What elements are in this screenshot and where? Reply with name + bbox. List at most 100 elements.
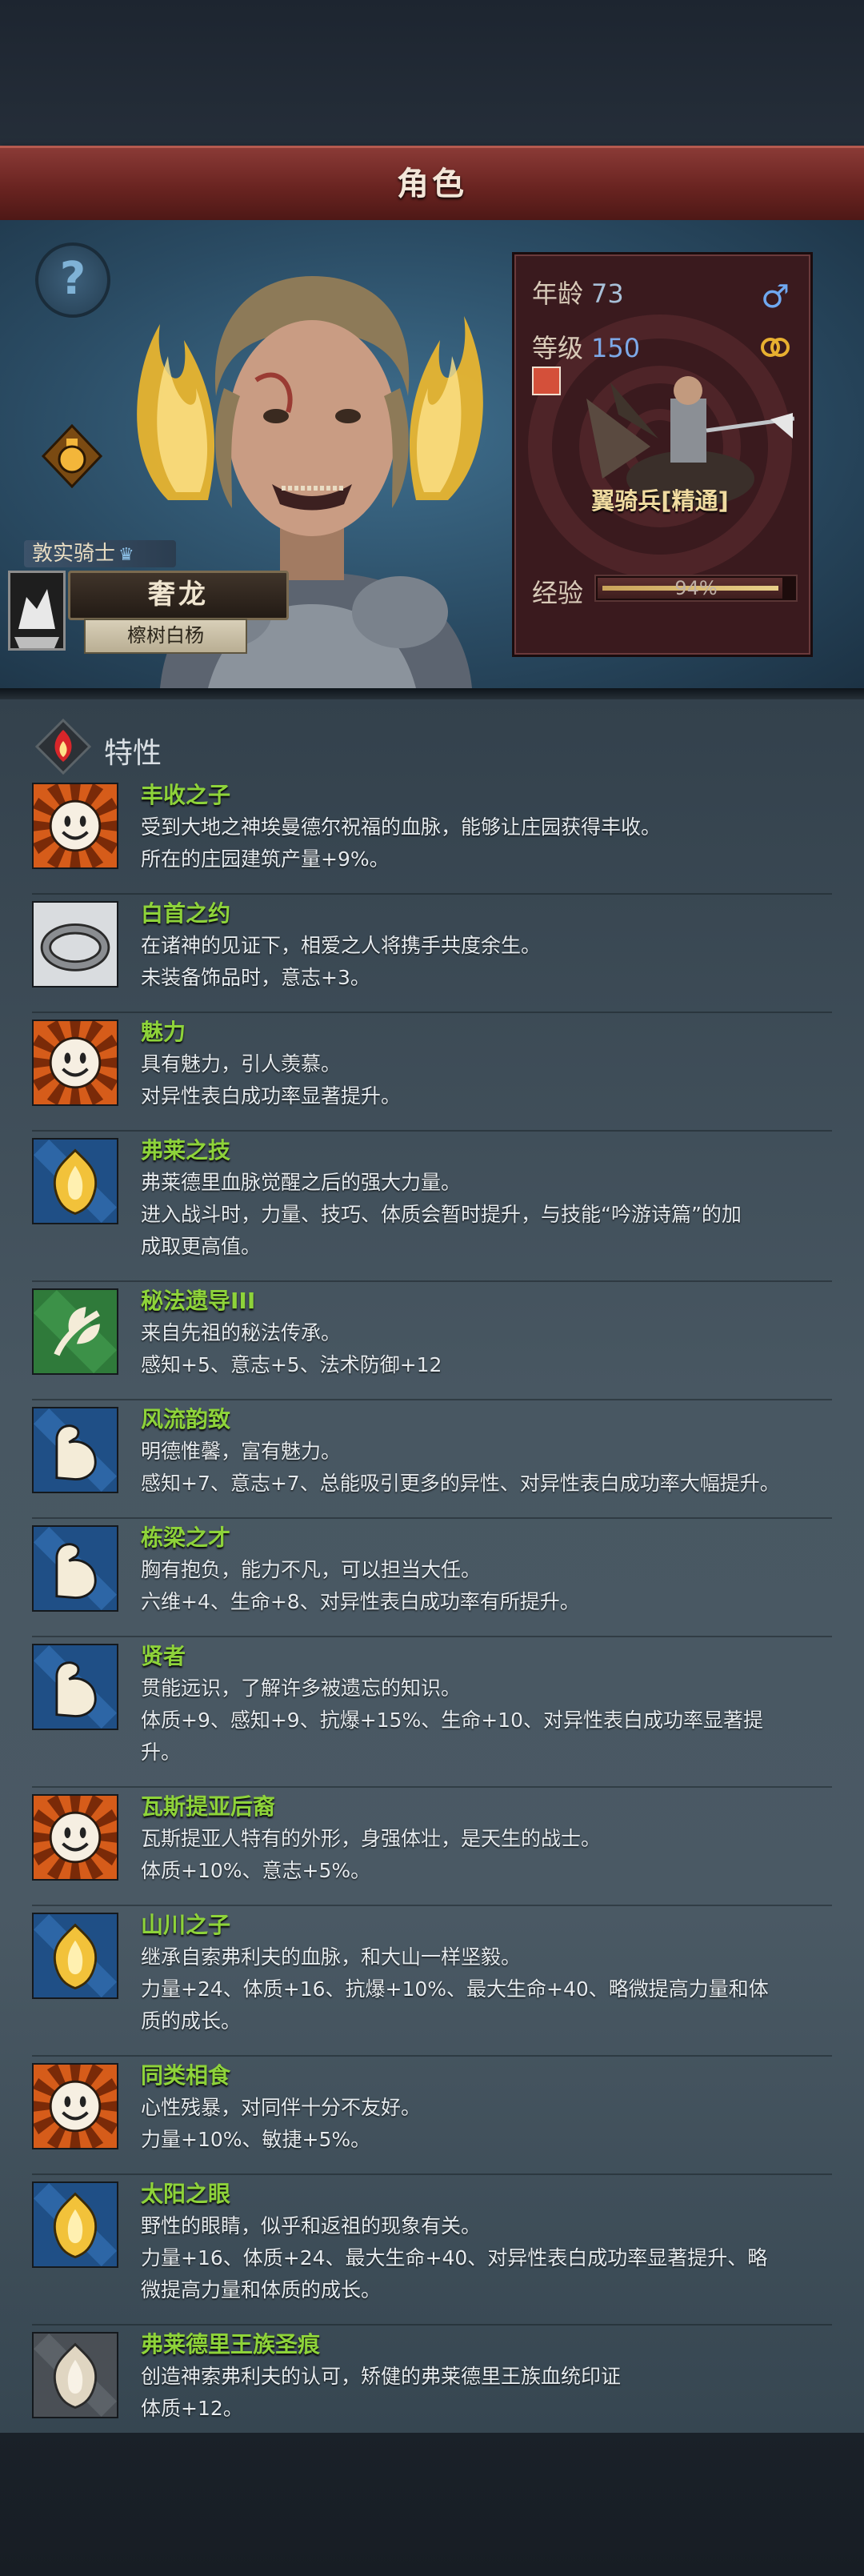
trait-item[interactable]: 白首之约在诸神的见证下，相爱之人将携手共度余生。 未装备饰品时，意志+3。 — [32, 895, 832, 1013]
trait-name: 贤者 — [141, 1643, 186, 1669]
trait-item[interactable]: 山川之子 继承自索弗利夫的血脉，和大山一样坚毅。 力量+24、体质+16、抗爆+10… — [32, 1906, 832, 2057]
rank-label: 敦实骑士 — [32, 542, 116, 566]
trait-item[interactable]: 弗莱之技弗莱德里血脉觉醒之后的强大力量。进入战斗时，力量、技巧、体质会暂时提升，… — [32, 1132, 832, 1282]
smiley-sun-icon[interactable] — [29, 1791, 122, 1884]
flexed-arm-icon[interactable] — [32, 1407, 118, 1493]
age-row: 年龄 73 — [532, 274, 624, 310]
trait-description-line: 体质+12。 — [141, 2397, 243, 2420]
trait-item[interactable]: 瓦斯提亚后裔 瓦斯提亚人特有的外形，身强体壮，是天生的战士。 体质+10%、意志+5… — [29, 1788, 832, 1906]
trait-description: 野性的眼睛，似乎和返祖的现象有关。力量+16、体质+24、最大生命+40、对异性… — [141, 2210, 845, 2306]
trait-item[interactable]: 弗莱德里王族圣痕创造神索弗利夫的认可，矫健的弗莱德里王族血统印证 体质+12。 — [32, 2326, 832, 2444]
trait-item[interactable]: 同类相食 心性残暴，对同伴十分不友好。 力量+10%、敏捷+5%。 — [29, 2057, 832, 2175]
page-title: 角色 — [397, 166, 467, 202]
trait-item[interactable]: 风流韵致 明德惟馨，富有魅力。 感知+7、意志+7、总能吸引更多的异性、对异性表白成… — [32, 1400, 832, 1519]
trait-item[interactable]: 太阳之眼野性的眼睛，似乎和返祖的现象有关。力量+16、体质+24、最大生命+40… — [32, 2175, 832, 2326]
rank-badge: 敦实骑士 ♛ — [24, 540, 176, 567]
trait-description: 在诸神的见证下，相爱之人将携手共度余生。 未装备饰品时，意志+3。 — [141, 930, 845, 994]
trait-name: 丰收之子 — [141, 782, 231, 808]
flexed-arm-icon[interactable] — [32, 1525, 118, 1612]
trait-description: 来自先祖的秘法传承。感知+5、意志+5、法术防御+12 — [141, 1317, 845, 1381]
male-symbol-icon: ♂ — [761, 278, 790, 315]
name-bar: 奢龙 檫树白杨 — [8, 571, 289, 654]
trait-item[interactable]: 魅力 具有魅力，引人羡慕。 对异性表白成功率显著提升。 — [29, 1013, 832, 1132]
trait-description-line: 明德惟馨，富有魅力。 — [141, 1440, 342, 1463]
trait-description-line: 在诸神的见证下，相爱之人将携手共度余生。 — [141, 934, 542, 957]
trait-description-line: 弗莱德里血脉觉醒之后的强大力量。 — [141, 1171, 462, 1194]
trait-description-line: 来自先祖的秘法传承。 — [141, 1321, 342, 1344]
trait-name: 太阳之眼 — [141, 2181, 231, 2207]
flame-crest-icon[interactable] — [32, 1138, 118, 1224]
trait-description-line: 升。 — [141, 1741, 182, 1764]
trait-description-line: 成取更高值。 — [141, 1235, 262, 1258]
trait-description-line: 感知+5、意志+5、法术防御+12 — [141, 1353, 442, 1376]
flame-crest-icon[interactable] — [32, 1913, 118, 1999]
trait-name: 秘法遗导III — [141, 1288, 256, 1314]
bottom-band — [0, 2433, 864, 2576]
xp-label: 经验 — [532, 578, 584, 608]
trait-description-line: 六维+4、生命+8、对异性表白成功率有所提升。 — [141, 1590, 580, 1613]
trait-description-line: 胸有抱负，能力不凡，可以担当大任。 — [141, 1558, 482, 1581]
top-band — [0, 0, 864, 146]
trait-name: 弗莱德里王族圣痕 — [141, 2331, 321, 2358]
potion-icon[interactable] — [40, 424, 104, 488]
trait-description: 弗莱德里血脉觉醒之后的强大力量。进入战斗时，力量、技巧、体质会暂时提升，与技能“… — [141, 1167, 845, 1263]
trait-description: 瓦斯提亚人特有的外形，身强体壮，是天生的战士。 体质+10%、意志+5%。 — [141, 1823, 845, 1887]
trait-description-line: 进入战斗时，力量、技巧、体质会暂时提升，与技能“吟游诗篇”的加 — [141, 1203, 742, 1226]
question-mark-icon[interactable]: ? — [35, 242, 110, 318]
trait-description: 明德惟馨，富有魅力。感知+7、意志+7、总能吸引更多的异性、对异性表白成功率大幅… — [141, 1436, 845, 1500]
level-value: 150 — [591, 333, 641, 363]
traits-title: 特性 — [104, 737, 162, 770]
trait-description-line: 对异性表白成功率显著提升。 — [141, 1084, 402, 1108]
ring-icon[interactable] — [32, 901, 118, 988]
wedding-ring-icon[interactable] — [759, 335, 791, 360]
smiley-sun-icon[interactable] — [29, 779, 122, 872]
level-label: 等级 — [532, 333, 584, 363]
level-row: 等级 150 — [532, 328, 640, 365]
flame-diamond-icon — [35, 719, 91, 775]
trait-description-line: 力量+24、体质+16、抗爆+10%、最大生命+40、略微提高力量和体 — [141, 1977, 769, 2001]
smiley-sun-icon[interactable] — [29, 2060, 122, 2153]
trait-description-line: 感知+7、意志+7、总能吸引更多的异性、对异性表白成功率大幅提升。 — [141, 1472, 780, 1495]
trait-item[interactable]: 栋梁之才胸有抱负，能力不凡，可以担当大任。六维+4、生命+8、对异性表白成功率有… — [32, 1519, 832, 1637]
trait-name: 瓦斯提亚后裔 — [141, 1793, 276, 1820]
heraldry-emblem-icon[interactable] — [8, 571, 66, 651]
trait-name: 同类相食 — [141, 2062, 231, 2089]
trait-description: 胸有抱负，能力不凡，可以担当大任。六维+4、生命+8、对异性表白成功率有所提升。 — [141, 1554, 845, 1618]
trait-description-line: 力量+16、体质+24、最大生命+40、对异性表白成功率显著提升、略 — [141, 2246, 768, 2270]
character-panel: ? 敦实骑士 ♛ 奢龙 檫树白杨 年龄 73 ♂ 等级 150 翼骑兵[精通] … — [0, 220, 864, 688]
trait-name: 白首之约 — [141, 900, 231, 927]
traits-section: 特性 丰收之子受到大地之神埃曼德尔祝福的血脉，能够让庄园获得丰收。 所在的庄园建筑… — [0, 699, 864, 2433]
trait-description-line: 未装备饰品时，意志+3。 — [141, 966, 370, 989]
smiley-sun-icon[interactable] — [29, 1016, 122, 1109]
trait-description: 受到大地之神埃曼德尔祝福的血脉，能够让庄园获得丰收。 所在的庄园建筑产量+9%。 — [141, 811, 845, 875]
trait-description-line: 所在的庄园建筑产量+9%。 — [141, 847, 390, 871]
trait-description-line: 创造神索弗利夫的认可，矫健的弗莱德里王族血统印证 — [141, 2365, 622, 2388]
trait-description-line: 体质+9、感知+9、抗爆+15%、生命+10、对异性表白成功率显著提 — [141, 1709, 763, 1732]
xp-bar: 94% — [594, 575, 798, 602]
trait-description-line: 质的成长。 — [141, 2009, 242, 2033]
trait-name: 山川之子 — [141, 1912, 231, 1938]
trait-name: 弗莱之技 — [141, 1137, 231, 1164]
trait-item[interactable]: 秘法遗导III 来自先祖的秘法传承。感知+5、意志+5、法术防御+12 — [32, 1282, 832, 1400]
trait-description-line: 心性残暴，对同伴十分不友好。 — [141, 2096, 422, 2119]
trait-description-line: 贯能远识，了解许多被遗忘的知识。 — [141, 1677, 462, 1700]
trait-description-line: 受到大地之神埃曼德尔祝福的血脉，能够让庄园获得丰收。 — [141, 815, 662, 839]
unit-name: 翼骑兵[精通] — [591, 487, 729, 515]
trait-description: 心性残暴，对同伴十分不友好。 力量+10%、敏捷+5%。 — [141, 2092, 845, 2156]
trait-description: 创造神索弗利夫的认可，矫健的弗莱德里王族血统印证 体质+12。 — [141, 2361, 845, 2425]
age-value: 73 — [591, 278, 624, 309]
royal-crest-icon[interactable] — [32, 2332, 118, 2418]
trait-item[interactable]: 贤者贯能远识，了解许多被遗忘的知识。体质+9、感知+9、抗爆+15%、生命+10… — [32, 1637, 832, 1788]
trait-item[interactable]: 丰收之子受到大地之神埃曼德尔祝福的血脉，能够让庄园获得丰收。 所在的庄园建筑产量+… — [29, 776, 832, 895]
trait-description-line: 野性的眼睛，似乎和返祖的现象有关。 — [141, 2214, 482, 2237]
trait-name: 栋梁之才 — [141, 1524, 231, 1551]
trait-description-line: 微提高力量和体质的成长。 — [141, 2278, 382, 2302]
age-label: 年龄 — [532, 278, 584, 309]
flame-crest-icon[interactable] — [32, 2181, 118, 2268]
flexed-arm-icon[interactable] — [32, 1644, 118, 1730]
stats-card: 年龄 73 ♂ 等级 150 翼骑兵[精通] 经验 94% — [512, 252, 813, 657]
crown-icon: ♛ — [118, 545, 134, 565]
xp-percent: 94% — [674, 577, 718, 599]
leaf-icon[interactable] — [32, 1288, 118, 1375]
trait-description-line: 瓦斯提亚人特有的外形，身强体壮，是天生的战士。 — [141, 1827, 602, 1850]
